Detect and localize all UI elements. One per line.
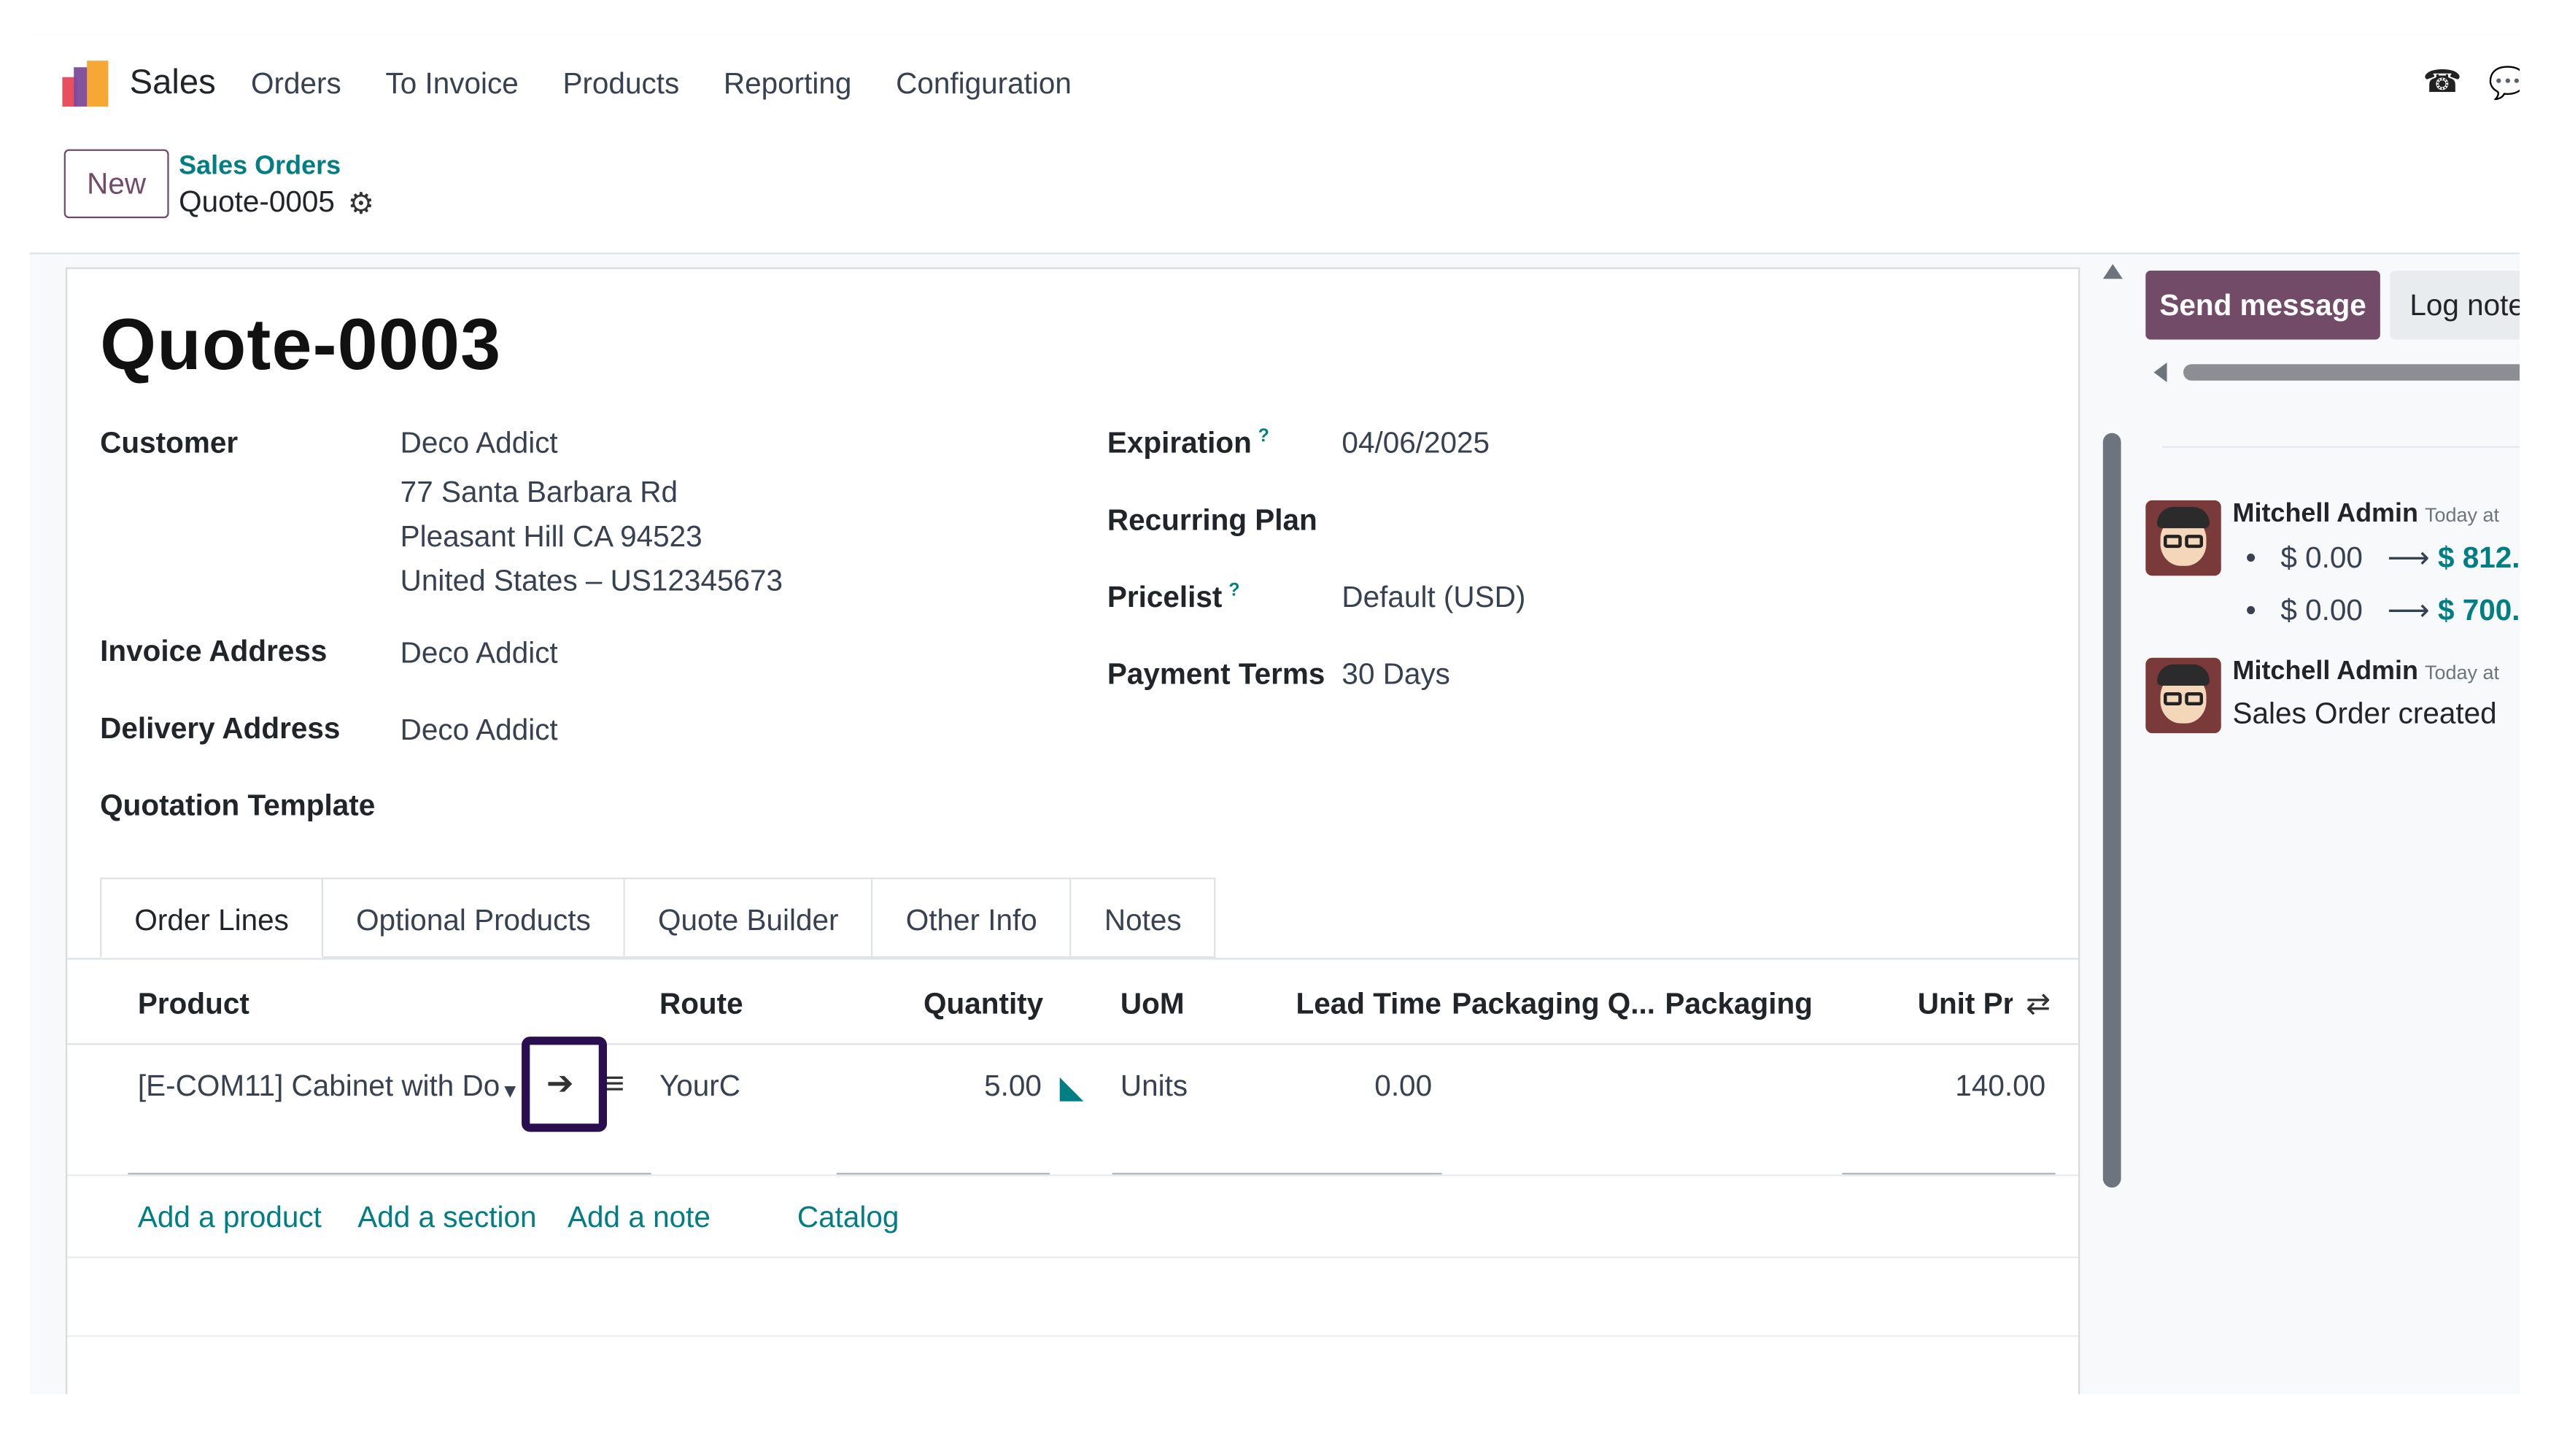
expiration-label: Expiration?	[1107, 426, 1269, 460]
col-packaging[interactable]: Packaging	[1665, 988, 1812, 1022]
footer-divider	[67, 1256, 2079, 1258]
unit-price-cell[interactable]: 140.00	[1947, 1069, 2045, 1104]
optional-columns-icon[interactable]: ⇄	[2026, 988, 2051, 1022]
vertical-scrollbar[interactable]	[2102, 433, 2121, 1188]
header-divider	[67, 1043, 2079, 1045]
customer-address-line: United States – US12345673	[400, 564, 783, 597]
record-title: Quote-0003	[100, 305, 502, 386]
menu-reporting[interactable]: Reporting	[724, 67, 852, 101]
uom-cell[interactable]: Units	[1120, 1069, 1188, 1104]
odoo-window: Sales Orders To Invoice Products Reporti…	[29, 34, 2520, 1395]
add-note-link[interactable]: Add a note	[568, 1201, 711, 1235]
chat-bubble-icon[interactable]: 💬	[2488, 64, 2520, 104]
breadcrumb-sales-orders[interactable]: Sales Orders	[179, 152, 341, 182]
product-cell[interactable]: [E-COM11] Cabinet with Do	[138, 1069, 499, 1104]
message-author: Mitchell Admin Today at	[2232, 500, 2500, 529]
delivery-address-field[interactable]: Deco Addict	[400, 713, 558, 748]
send-message-button[interactable]: Send message	[2145, 271, 2380, 340]
message-body: Sales Order created	[2232, 697, 2497, 730]
customer-field[interactable]: Deco Addict	[400, 427, 558, 461]
main-menu: Orders To Invoice Products Reporting Con…	[251, 67, 1116, 101]
col-uom[interactable]: UoM	[1120, 988, 1185, 1022]
form-sheet: Quote-0003 Customer Deco Addict 77 Santa…	[65, 267, 2080, 1395]
notebook-tabs: Order Lines Optional Products Quote Buil…	[100, 878, 1216, 959]
menu-orders[interactable]: Orders	[251, 67, 341, 101]
avatar[interactable]	[2145, 657, 2221, 734]
footer-divider	[67, 1335, 2079, 1337]
tab-notes[interactable]: Notes	[1071, 878, 1216, 959]
chatter-panel	[2132, 254, 2520, 1395]
col-product[interactable]: Product	[138, 988, 249, 1022]
phone-icon[interactable]: ☎	[2423, 64, 2461, 102]
add-product-link[interactable]: Add a product	[138, 1201, 322, 1235]
row-divider	[67, 1174, 2079, 1177]
col-route[interactable]: Route	[659, 988, 743, 1022]
log-note-button[interactable]: Log note	[2390, 271, 2520, 340]
menu-to-invoice[interactable]: To Invoice	[385, 67, 518, 101]
pricelist-field[interactable]: Default (USD)	[1342, 581, 1525, 615]
scroll-up-arrow-icon[interactable]	[2102, 264, 2123, 279]
delivery-address-label: Delivery Address	[100, 711, 341, 745]
tab-optional-products[interactable]: Optional Products	[323, 878, 626, 959]
top-navbar: Sales Orders To Invoice Products Reporti…	[29, 34, 2520, 133]
gear-icon[interactable]: ⚙	[348, 187, 374, 221]
payment-terms-field[interactable]: 30 Days	[1342, 658, 1450, 692]
drag-handle-icon[interactable]: ≡	[605, 1066, 624, 1104]
add-section-link[interactable]: Add a section	[357, 1201, 536, 1235]
help-icon[interactable]: ?	[1228, 581, 1239, 600]
message-author: Mitchell Admin Today at	[2232, 657, 2500, 686]
quotation-template-label: Quotation Template	[100, 789, 376, 822]
tab-other-info[interactable]: Other Info	[872, 878, 1072, 959]
help-icon[interactable]: ?	[1258, 427, 1269, 446]
menu-configuration[interactable]: Configuration	[896, 67, 1072, 101]
route-cell[interactable]: YourCo	[659, 1069, 741, 1104]
recurring-plan-label: Recurring Plan	[1107, 503, 1317, 537]
tracking-change: • $ 0.00 ⟶ $ 812.0	[2245, 541, 2520, 575]
invoice-address-label: Invoice Address	[100, 635, 328, 668]
app-name[interactable]: Sales	[130, 64, 216, 104]
lead-time-cell[interactable]: 0.00	[1347, 1069, 1432, 1104]
customer-address-line: Pleasant Hill CA 94523	[400, 519, 702, 553]
menu-products[interactable]: Products	[562, 67, 679, 101]
quantity-cell[interactable]: 5.00	[972, 1069, 1042, 1104]
scroll-left-arrow-icon[interactable]	[2153, 362, 2167, 382]
tab-order-lines[interactable]: Order Lines	[100, 878, 324, 959]
forecast-chart-icon[interactable]: ◣	[1060, 1069, 1084, 1107]
expiration-field[interactable]: 04/06/2025	[1342, 427, 1490, 461]
horizontal-scrollbar[interactable]	[2183, 364, 2520, 381]
col-packaging-qty[interactable]: Packaging Q...	[1452, 988, 1655, 1022]
new-button[interactable]: New	[63, 149, 169, 219]
col-lead-time[interactable]: Lead Time	[1296, 988, 1441, 1022]
pricelist-label: Pricelist?	[1107, 581, 1240, 614]
payment-terms-label: Payment Terms	[1107, 657, 1325, 691]
chevron-down-icon[interactable]: ▼	[500, 1080, 520, 1102]
tab-quote-builder[interactable]: Quote Builder	[625, 878, 873, 959]
catalog-link[interactable]: Catalog	[797, 1201, 899, 1235]
col-quantity[interactable]: Quantity	[924, 988, 1043, 1022]
col-unit-price[interactable]: Unit Pri	[1918, 988, 2013, 1022]
customer-address-line: 77 Santa Barbara Rd	[400, 476, 678, 509]
chatter-divider	[2161, 446, 2520, 448]
customer-label: Customer	[100, 426, 239, 460]
sales-app-logo-icon[interactable]	[62, 61, 109, 107]
arrow-right-icon[interactable]: ➔	[546, 1063, 574, 1104]
tracking-change: • $ 0.00 ⟶ $ 700.0	[2245, 594, 2520, 627]
breadcrumb-current: Quote-0005	[179, 185, 335, 219]
invoice-address-field[interactable]: Deco Addict	[400, 636, 558, 670]
avatar[interactable]	[2145, 500, 2221, 576]
